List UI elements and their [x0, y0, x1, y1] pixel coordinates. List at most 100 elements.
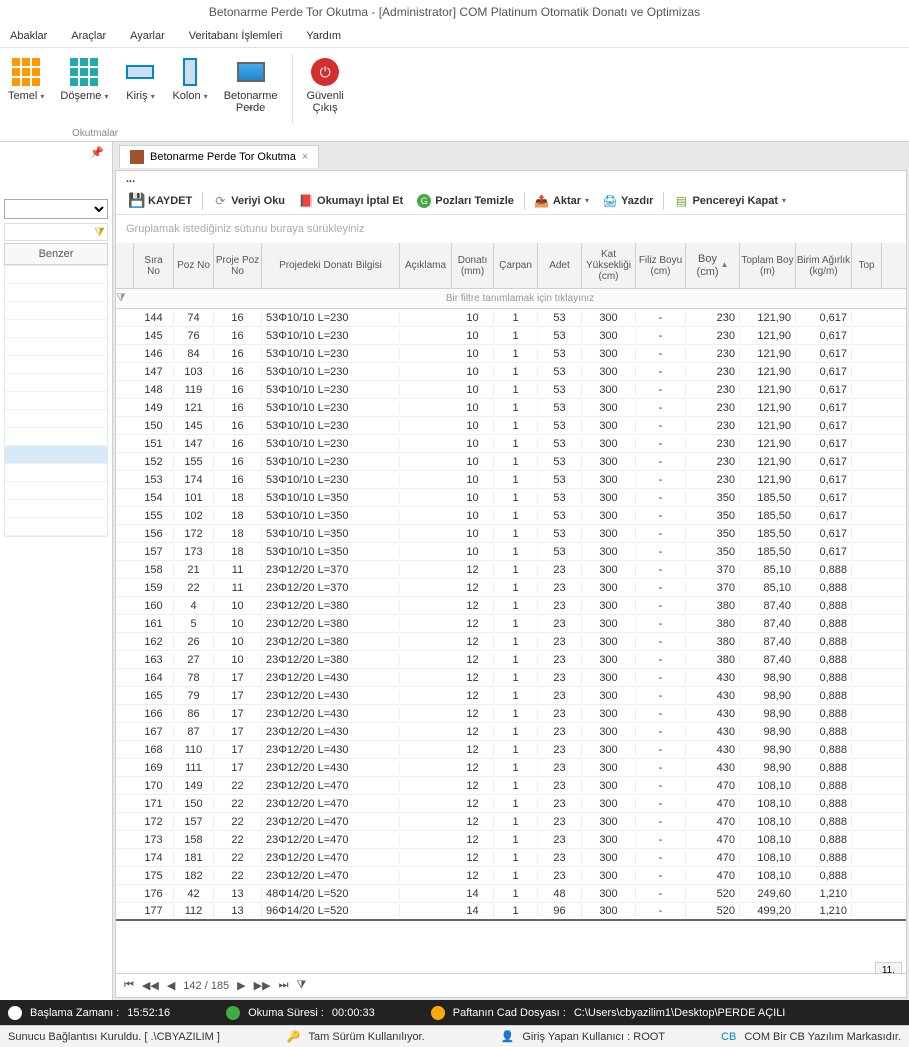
- pager-next[interactable]: ▶: [237, 979, 245, 992]
- table-row[interactable]: 1511471653Φ10/10 L=23010153300-230121,90…: [116, 435, 906, 453]
- left-combo[interactable]: [4, 199, 108, 219]
- table-row[interactable]: 1481191653Φ10/10 L=23010153300-230121,90…: [116, 381, 906, 399]
- list-item[interactable]: [5, 302, 107, 320]
- group-by-hint[interactable]: Gruplamak istediğiniz sütunu buraya sürü…: [116, 215, 906, 243]
- menu-araclar[interactable]: Araçlar: [71, 30, 106, 42]
- col-donati-bilgisi[interactable]: Projedeki Donatı Bilgisi: [262, 243, 400, 288]
- pager-last[interactable]: ⏭: [279, 979, 289, 992]
- col-donati-mm[interactable]: Donatı (mm): [452, 243, 494, 288]
- table-row[interactable]: 1771121396Φ14/20 L=52014196300-520499,20…: [116, 903, 906, 921]
- list-item[interactable]: [5, 284, 107, 302]
- pin-icon[interactable]: 📌: [4, 146, 108, 159]
- list-item[interactable]: [5, 374, 107, 392]
- col-proje-poz-no[interactable]: Proje Poz No: [214, 243, 262, 288]
- cell-proje-poz: 11: [214, 564, 262, 576]
- ribbon-temel-button[interactable]: Temel ▾: [0, 54, 52, 104]
- ribbon-kiris-button[interactable]: Kiriş ▾: [116, 54, 164, 104]
- col-filiz-boyu[interactable]: Filiz Boyu (cm): [636, 243, 686, 288]
- list-item[interactable]: [5, 410, 107, 428]
- list-item[interactable]: [5, 356, 107, 374]
- table-row[interactable]: 1571731853Φ10/10 L=35010153300-350185,50…: [116, 543, 906, 561]
- tab-betonarme-perde[interactable]: Betonarme Perde Tor Okutma ×: [119, 145, 319, 168]
- table-row[interactable]: 1681101723Φ12/20 L=43012123300-43098,900…: [116, 741, 906, 759]
- col-sira-no[interactable]: Sıra No: [134, 243, 174, 288]
- ribbon-perde-button[interactable]: Betonarme Perde ▾: [216, 54, 286, 115]
- table-row[interactable]: 1731582223Φ12/20 L=47012123300-470108,10…: [116, 831, 906, 849]
- list-item[interactable]: [5, 518, 107, 536]
- ribbon-exit-button[interactable]: ⏻ Güvenli Çıkış: [299, 54, 352, 116]
- pager-first[interactable]: ⏮: [124, 979, 134, 992]
- list-item[interactable]: [5, 464, 107, 482]
- pager-filter[interactable]: ⧩: [296, 979, 306, 992]
- table-row[interactable]: 176421348Φ14/20 L=52014148300-520249,601…: [116, 885, 906, 903]
- close-window-button[interactable]: ▤Pencereyi Kapat ▾: [668, 191, 792, 211]
- transfer-button[interactable]: 📤Aktar ▾: [529, 191, 595, 211]
- list-item[interactable]: [5, 266, 107, 284]
- table-row[interactable]: 167871723Φ12/20 L=43012123300-43098,900,…: [116, 723, 906, 741]
- table-row[interactable]: 144741653Φ10/10 L=23010153300-230121,900…: [116, 309, 906, 327]
- col-toplam-boy[interactable]: Toplam Boy (m): [740, 243, 796, 288]
- left-column-benzer[interactable]: Benzer: [4, 243, 108, 265]
- table-row[interactable]: 164781723Φ12/20 L=43012123300-43098,900,…: [116, 669, 906, 687]
- col-kat-yuksekligi[interactable]: Kat Yüksekliği (cm): [582, 243, 636, 288]
- list-item[interactable]: [5, 428, 107, 446]
- list-item[interactable]: [5, 320, 107, 338]
- menu-veritabani[interactable]: Veritabanı İşlemleri: [189, 30, 283, 42]
- list-item[interactable]: [5, 482, 107, 500]
- list-item[interactable]: [5, 338, 107, 356]
- table-row[interactable]: 158211123Φ12/20 L=37012123300-37085,100,…: [116, 561, 906, 579]
- list-item[interactable]: [5, 392, 107, 410]
- cancel-read-button[interactable]: 📕Okumayı İptal Et: [293, 191, 409, 211]
- close-icon[interactable]: ×: [302, 151, 308, 163]
- pager-next-page[interactable]: ▶▶: [254, 979, 271, 992]
- menu-yardim[interactable]: Yardım: [306, 30, 341, 42]
- table-row[interactable]: 1721572223Φ12/20 L=47012123300-470108,10…: [116, 813, 906, 831]
- table-row[interactable]: 1491211653Φ10/10 L=23010153300-230121,90…: [116, 399, 906, 417]
- table-row[interactable]: 165791723Φ12/20 L=43012123300-43098,900,…: [116, 687, 906, 705]
- col-carpan[interactable]: Çarpan: [494, 243, 538, 288]
- ribbon-doseme-button[interactable]: Döşeme ▾: [52, 54, 116, 104]
- table-row[interactable]: 162261023Φ12/20 L=38012123300-38087,400,…: [116, 633, 906, 651]
- filter-row[interactable]: ⧩ Bir filtre tanımlamak için tıklayınız: [116, 289, 906, 309]
- col-poz-no[interactable]: Poz No: [174, 243, 214, 288]
- table-row[interactable]: 1521551653Φ10/10 L=23010153300-230121,90…: [116, 453, 906, 471]
- table-row[interactable]: 1531741653Φ10/10 L=23010153300-230121,90…: [116, 471, 906, 489]
- clear-poz-button[interactable]: GPozları Temizle: [411, 191, 520, 211]
- save-button[interactable]: 💾KAYDET: [124, 191, 198, 211]
- table-row[interactable]: 1701492223Φ12/20 L=47012123300-470108,10…: [116, 777, 906, 795]
- col-boy[interactable]: Boy (cm)▲: [686, 243, 740, 288]
- table-row[interactable]: 166861723Φ12/20 L=43012123300-43098,900,…: [116, 705, 906, 723]
- table-row[interactable]: 1551021853Φ10/10 L=35010153300-350185,50…: [116, 507, 906, 525]
- left-filter[interactable]: ⧩: [4, 223, 108, 241]
- table-row[interactable]: 16041023Φ12/20 L=38012123300-38087,400,8…: [116, 597, 906, 615]
- pager-prev-page[interactable]: ◀◀: [142, 979, 159, 992]
- pager-prev[interactable]: ◀: [167, 979, 175, 992]
- col-top[interactable]: Top: [852, 243, 882, 288]
- cell-proje-poz: 13: [214, 888, 262, 900]
- table-row[interactable]: 1471031653Φ10/10 L=23010153300-230121,90…: [116, 363, 906, 381]
- grid-body[interactable]: 144741653Φ10/10 L=23010153300-230121,900…: [116, 309, 906, 921]
- ribbon-kolon-button[interactable]: Kolon ▾: [164, 54, 215, 104]
- table-row[interactable]: 1501451653Φ10/10 L=23010153300-230121,90…: [116, 417, 906, 435]
- table-row[interactable]: 1751822223Φ12/20 L=47012123300-470108,10…: [116, 867, 906, 885]
- col-aciklama[interactable]: Açıklama: [400, 243, 452, 288]
- col-adet[interactable]: Adet: [538, 243, 582, 288]
- table-row[interactable]: 159221123Φ12/20 L=37012123300-37085,100,…: [116, 579, 906, 597]
- table-row[interactable]: 1741812223Φ12/20 L=47012123300-470108,10…: [116, 849, 906, 867]
- table-row[interactable]: 145761653Φ10/10 L=23010153300-230121,900…: [116, 327, 906, 345]
- table-row[interactable]: 1541011853Φ10/10 L=35010153300-350185,50…: [116, 489, 906, 507]
- list-item[interactable]: [5, 446, 107, 464]
- table-row[interactable]: 146841653Φ10/10 L=23010153300-230121,900…: [116, 345, 906, 363]
- col-birim-agirlik[interactable]: Birim Ağırlık (kg/m): [796, 243, 852, 288]
- table-row[interactable]: 1691111723Φ12/20 L=43012123300-43098,900…: [116, 759, 906, 777]
- menu-abaklar[interactable]: Abaklar: [10, 30, 47, 42]
- table-row[interactable]: 1561721853Φ10/10 L=35010153300-350185,50…: [116, 525, 906, 543]
- cell-kat: 300: [582, 528, 636, 540]
- read-data-button[interactable]: ⟳Veriyi Oku: [207, 191, 291, 211]
- table-row[interactable]: 1711502223Φ12/20 L=47012123300-470108,10…: [116, 795, 906, 813]
- menu-ayarlar[interactable]: Ayarlar: [130, 30, 165, 42]
- table-row[interactable]: 163271023Φ12/20 L=38012123300-38087,400,…: [116, 651, 906, 669]
- list-item[interactable]: [5, 500, 107, 518]
- print-button[interactable]: 🖨Yazdır: [597, 191, 659, 211]
- table-row[interactable]: 16151023Φ12/20 L=38012123300-38087,400,8…: [116, 615, 906, 633]
